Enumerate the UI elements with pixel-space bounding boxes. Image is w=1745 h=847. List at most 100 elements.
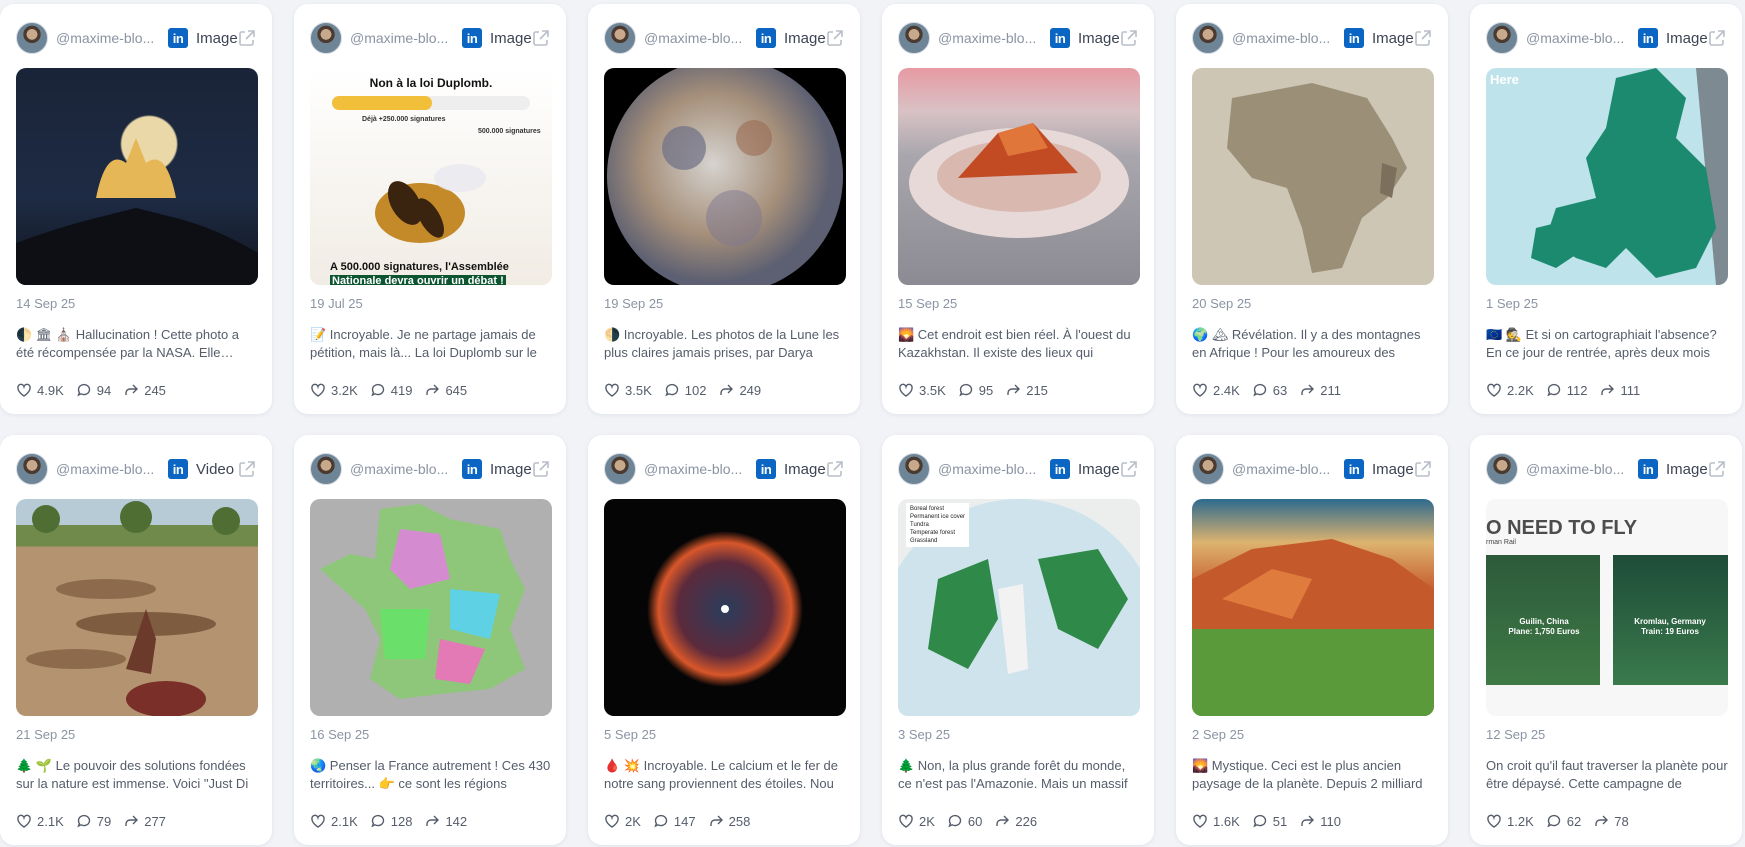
card-header: @maxime-blo... in Image — [898, 452, 1138, 486]
comment-icon — [371, 814, 384, 828]
heart-icon — [311, 383, 325, 397]
post-card[interactable]: @maxime-blo... in Image 19 Sep 25 🌗 Incr… — [588, 4, 860, 414]
post-card[interactable]: @maxime-blo... in Image Non à la loi Dup… — [294, 4, 566, 414]
author-handle[interactable]: @maxime-blo... — [1526, 30, 1632, 46]
external-link-icon[interactable] — [826, 29, 844, 47]
avatar[interactable] — [1486, 453, 1518, 485]
avatar[interactable] — [1192, 22, 1224, 54]
avatar[interactable] — [898, 22, 930, 54]
media-type-label: Image — [784, 460, 826, 478]
media-type-label: Image — [1666, 460, 1708, 478]
share-icon — [1007, 384, 1021, 395]
external-link-icon[interactable] — [1414, 460, 1432, 478]
post-card[interactable]: @maxime-blo... in Image 2 Sep 25 🌄 Mysti… — [1176, 435, 1448, 845]
thumbnail-headline: O NEED TO FLY — [1486, 517, 1638, 539]
external-link-icon[interactable] — [238, 29, 256, 47]
post-card[interactable]: @maxime-blo... in Image Here 1 Sep 25 🇪🇺… — [1470, 4, 1742, 414]
post-card[interactable]: @maxime-blo... in Image 5 Sep 25 🩸 💥 Inc… — [588, 435, 860, 845]
external-link-icon[interactable] — [1120, 460, 1138, 478]
author-handle[interactable]: @maxime-blo... — [1232, 461, 1338, 477]
external-link-icon[interactable] — [532, 460, 550, 478]
thumbnail-label: Here — [1490, 72, 1519, 87]
post-date: 3 Sep 25 — [898, 727, 951, 742]
thumbnail-art — [909, 123, 1129, 238]
post-thumbnail[interactable]: Non à la loi Duplomb. Déjà +250.000 signa… — [310, 68, 552, 285]
share-icon — [709, 815, 723, 826]
external-link-icon[interactable] — [238, 460, 256, 478]
author-handle[interactable]: @maxime-blo... — [1232, 30, 1338, 46]
author-handle[interactable]: @maxime-blo... — [56, 461, 162, 477]
post-thumbnail[interactable] — [1192, 68, 1434, 285]
post-thumbnail[interactable] — [898, 68, 1140, 285]
shares-stat: 110 — [1299, 813, 1341, 829]
linkedin-icon: in — [1344, 28, 1364, 48]
post-thumbnail[interactable]: O NEED TO FLY rman Rail Guilin, China Plane… — [1486, 499, 1728, 716]
heart-icon — [899, 814, 913, 828]
post-card[interactable]: @maxime-blo... in Image 16 Sep 25 🌏 Pens… — [294, 435, 566, 845]
post-thumbnail[interactable] — [1192, 499, 1434, 716]
post-thumbnail[interactable] — [604, 68, 846, 285]
avatar[interactable] — [310, 22, 342, 54]
share-icon — [1301, 384, 1315, 395]
external-link-icon[interactable] — [1708, 29, 1726, 47]
post-thumbnail[interactable] — [16, 499, 258, 716]
post-date: 19 Sep 25 — [604, 296, 664, 311]
likes-count: 2.1K — [37, 813, 64, 829]
legend-item: Boreal forest — [910, 506, 945, 512]
avatar[interactable] — [604, 453, 636, 485]
comment-icon — [1253, 383, 1266, 397]
avatar[interactable] — [898, 453, 930, 485]
external-link-icon[interactable] — [1414, 29, 1432, 47]
post-thumbnail[interactable]: Here — [1486, 68, 1728, 285]
likes-count: 3.5K — [919, 382, 946, 398]
post-thumbnail[interactable] — [604, 499, 846, 716]
post-card[interactable]: @maxime-blo... in Video 21 Sep 25 🌲 🌱 Le… — [0, 435, 272, 845]
author-handle[interactable]: @maxime-blo... — [938, 30, 1044, 46]
post-thumbnail[interactable] — [310, 499, 552, 716]
media-type-label: Image — [1078, 29, 1120, 47]
post-thumbnail[interactable]: Boreal forest Permanent ice cover Tundra Te… — [898, 499, 1140, 716]
author-handle[interactable]: @maxime-blo... — [644, 30, 750, 46]
shares-stat: 111 — [1599, 382, 1640, 398]
shares-count: 258 — [728, 813, 751, 829]
likes-count: 2.4K — [1213, 382, 1240, 398]
engagement-stats: 2.1K 128 142 — [310, 813, 479, 829]
card-header: @maxime-blo... in Image — [310, 21, 550, 55]
comments-stat: 102 — [664, 382, 706, 398]
linkedin-icon: in — [1638, 28, 1658, 48]
author-handle[interactable]: @maxime-blo... — [938, 461, 1044, 477]
external-link-icon[interactable] — [1120, 29, 1138, 47]
external-link-icon[interactable] — [1708, 460, 1726, 478]
linkedin-icon: in — [756, 28, 776, 48]
post-card[interactable]: @maxime-blo... in Image O NEED TO FLY rma… — [1470, 435, 1742, 845]
author-handle[interactable]: @maxime-blo... — [1526, 461, 1632, 477]
heart-icon — [311, 814, 325, 828]
avatar[interactable] — [1486, 22, 1518, 54]
post-card[interactable]: @maxime-blo... in Image 20 Sep 25 🌍 🏔 Ré… — [1176, 4, 1448, 414]
post-card[interactable]: @maxime-blo... in Image 15 Sep 25 🌄 Cet … — [882, 4, 1154, 414]
shares-count: 111 — [1620, 382, 1641, 398]
author-handle[interactable]: @maxime-blo... — [350, 461, 456, 477]
avatar[interactable] — [310, 453, 342, 485]
external-link-icon[interactable] — [826, 460, 844, 478]
likes-stat: 3.5K — [604, 382, 652, 398]
post-card[interactable]: @maxime-blo... in Image Boreal forest Per… — [882, 435, 1154, 845]
comments-stat: 51 — [1252, 813, 1287, 829]
avatar[interactable] — [1192, 453, 1224, 485]
author-handle[interactable]: @maxime-blo... — [56, 30, 162, 46]
media-type-label: Video — [196, 460, 235, 478]
linkedin-icon: in — [1050, 28, 1070, 48]
media-type-label: Image — [1078, 460, 1120, 478]
avatar[interactable] — [16, 453, 48, 485]
external-link-icon[interactable] — [532, 29, 550, 47]
post-excerpt: 🌍 🏔 Révélation. Il y a des montagnes en … — [1192, 327, 1421, 360]
post-thumbnail[interactable] — [16, 68, 258, 285]
shares-stat: 142 — [424, 813, 467, 829]
author-handle[interactable]: @maxime-blo... — [350, 30, 456, 46]
author-handle[interactable]: @maxime-blo... — [644, 461, 750, 477]
card-header: @maxime-blo... in Image — [1192, 452, 1432, 486]
post-card[interactable]: @maxime-blo... in Image 14 Sep 25 🌓 🏛 ⛪ … — [0, 4, 272, 414]
avatar[interactable] — [16, 22, 48, 54]
post-excerpt: 🌄 Cet endroit est bien réel. À l'ouest d… — [898, 327, 1131, 360]
avatar[interactable] — [604, 22, 636, 54]
